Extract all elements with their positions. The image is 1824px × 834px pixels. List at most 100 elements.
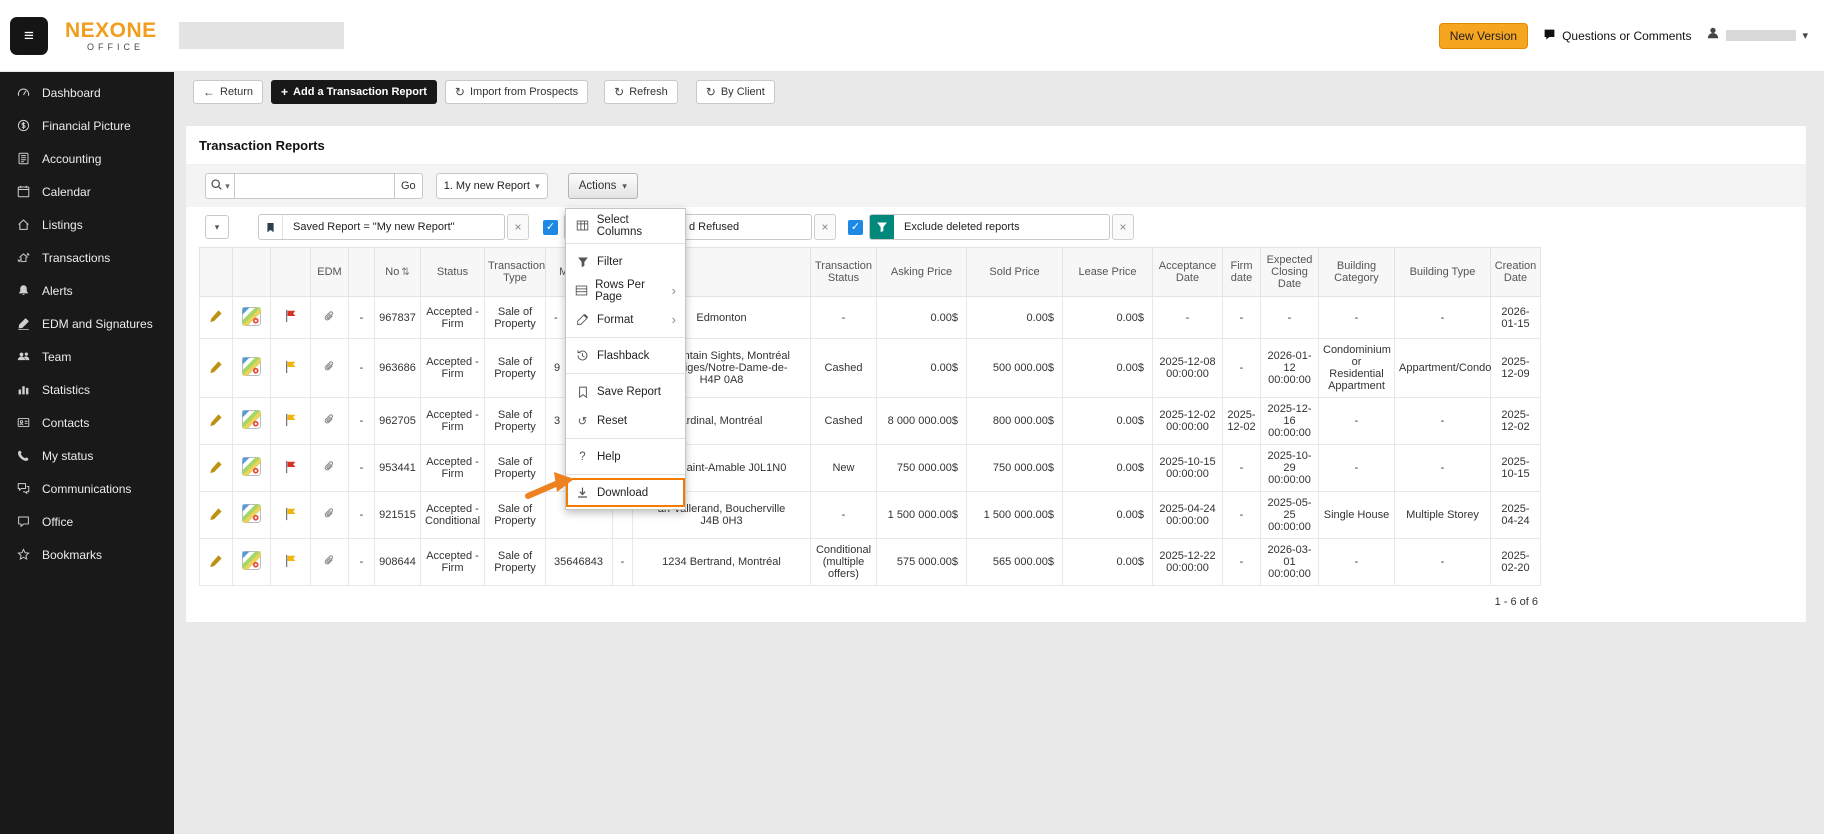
filter-expand-button[interactable]: ▾: [205, 215, 229, 239]
sidebar-item-contacts[interactable]: Contacts: [0, 406, 174, 439]
column-header-edm[interactable]: EDM: [310, 247, 349, 297]
remove-filter-button[interactable]: ×: [814, 214, 836, 240]
calendar-icon: [14, 185, 32, 198]
bell-icon: [14, 284, 32, 297]
menu-separator: [566, 337, 685, 338]
table-row: -953441 Accepted - Firm Sale of Property il…: [199, 444, 1541, 492]
sidebar-item-communications[interactable]: Communications: [0, 472, 174, 505]
menu-item-filter[interactable]: Filter: [566, 247, 685, 276]
flag-icon[interactable]: [284, 413, 298, 427]
menu-item-rows-per-page[interactable]: Rows Per Page ›: [566, 276, 685, 305]
column-header-lease-price[interactable]: Lease Price: [1062, 247, 1153, 297]
sidebar-item-accounting[interactable]: Accounting: [0, 142, 174, 175]
bars-icon: [14, 383, 32, 396]
column-header-acceptance-date[interactable]: Acceptance Date: [1152, 247, 1223, 297]
edit-pencil-icon[interactable]: [209, 360, 223, 374]
menu-item-format[interactable]: Format ›: [566, 305, 685, 334]
menu-item-flashback[interactable]: Flashback: [566, 341, 685, 370]
report-select[interactable]: 1. My new Report ▾: [435, 173, 548, 199]
map-icon[interactable]: [242, 306, 261, 326]
column-header-expected-closing-date[interactable]: Expected Closing Date: [1260, 247, 1319, 297]
menu-item-save-report[interactable]: Save Report: [566, 377, 685, 406]
return-button[interactable]: ← Return: [193, 80, 264, 104]
import-from-prospects-button[interactable]: ↻ Import from Prospects: [444, 80, 589, 104]
search-input[interactable]: [235, 173, 395, 199]
column-header-blank: [348, 247, 375, 297]
filter-checkbox[interactable]: ✓: [848, 219, 863, 235]
sidebar-item-edm-and-signatures[interactable]: EDM and Signatures: [0, 307, 174, 340]
sidebar-item-alerts[interactable]: Alerts: [0, 274, 174, 307]
home-icon: [14, 218, 32, 231]
remove-filter-button[interactable]: ×: [507, 214, 529, 240]
map-icon[interactable]: [242, 410, 261, 429]
table-row: -963686Accepted - FirmSale of Property91…: [199, 338, 1541, 398]
filter-chip-saved-report[interactable]: Saved Report = "My new Report": [258, 214, 505, 240]
remove-filter-button[interactable]: ×: [1112, 214, 1134, 240]
attachment-icon[interactable]: [323, 554, 336, 567]
edit-pencil-icon[interactable]: [209, 460, 223, 474]
sidebar-item-office[interactable]: Office: [0, 505, 174, 538]
column-header-building-category[interactable]: Building Category: [1318, 247, 1395, 297]
redacted-user-name: [1726, 30, 1797, 41]
report-panel: Transaction Reports ▾ Go 1. My new Repor…: [186, 126, 1806, 622]
format-icon: [575, 313, 590, 326]
by-client-button[interactable]: ↻ By Client: [695, 80, 775, 104]
add-transaction-report-button[interactable]: + Add a Transaction Report: [271, 80, 437, 104]
edit-pencil-icon[interactable]: [209, 309, 223, 323]
flag-icon[interactable]: [284, 460, 298, 474]
hamburger-menu-button[interactable]: ≡: [10, 16, 48, 55]
edit-pencil-icon[interactable]: [209, 413, 223, 427]
user-menu[interactable]: ▾: [1706, 26, 1808, 45]
column-header-no[interactable]: No ⇅: [374, 247, 421, 297]
attachment-icon[interactable]: [323, 413, 336, 426]
attachment-icon[interactable]: [323, 310, 336, 323]
sidebar-item-statistics[interactable]: Statistics: [0, 373, 174, 406]
filter-chip-exclude-deleted[interactable]: Exclude deleted reports: [869, 214, 1110, 240]
attachment-icon[interactable]: [323, 360, 336, 373]
attachment-icon[interactable]: [323, 460, 336, 473]
map-icon[interactable]: [242, 357, 261, 376]
refresh-button[interactable]: ↻ Refresh: [604, 80, 678, 104]
sidebar-item-financial-picture[interactable]: Financial Picture: [0, 109, 174, 142]
flag-icon[interactable]: [284, 309, 298, 323]
sidebar-item-bookmarks[interactable]: Bookmarks: [0, 538, 174, 571]
menu-item-select-columns[interactable]: Select Columns: [566, 211, 685, 240]
column-header-sold-price[interactable]: Sold Price: [966, 247, 1063, 297]
sidebar-item-team[interactable]: Team: [0, 340, 174, 373]
sidebar-item-listings[interactable]: Listings: [0, 208, 174, 241]
go-button[interactable]: Go: [395, 173, 423, 199]
column-header-transaction-type[interactable]: Transaction Type: [484, 247, 546, 297]
flag-icon[interactable]: [284, 554, 298, 568]
sidebar-item-my-status[interactable]: My status: [0, 439, 174, 472]
filter-checkbox[interactable]: ✓: [543, 219, 558, 235]
menu-item-help[interactable]: ? Help: [566, 442, 685, 471]
map-icon[interactable]: [242, 551, 261, 570]
flag-icon[interactable]: [284, 507, 298, 521]
search-row: ▾ Go 1. My new Report ▾ Actions ▾: [186, 165, 1806, 207]
flashback-icon: [575, 349, 590, 362]
menu-item-download[interactable]: Download: [566, 478, 685, 507]
sidebar-item-dashboard[interactable]: Dashboard: [0, 76, 174, 109]
column-header-transaction-status[interactable]: Transaction Status: [810, 247, 877, 297]
sidebar-item-calendar[interactable]: Calendar: [0, 175, 174, 208]
menu-item-reset[interactable]: ↺ Reset: [566, 406, 685, 435]
questions-comments-link[interactable]: Questions or Comments: [1543, 28, 1691, 44]
sidebar-item-transactions[interactable]: Transactions: [0, 241, 174, 274]
flag-icon[interactable]: [284, 360, 298, 374]
search-scope-button[interactable]: ▾: [205, 173, 235, 199]
column-header-creation-date[interactable]: Creation Date: [1490, 247, 1541, 297]
column-header-status[interactable]: Status: [420, 247, 485, 297]
map-icon[interactable]: [242, 504, 261, 523]
column-header-asking-price[interactable]: Asking Price: [876, 247, 967, 297]
chevron-down-icon: ▾: [225, 180, 230, 191]
column-header-building-type[interactable]: Building Type: [1394, 247, 1491, 297]
actions-button[interactable]: Actions ▾: [567, 173, 638, 199]
chevron-right-icon: ›: [671, 312, 676, 327]
column-header-firm-date[interactable]: Firm date: [1222, 247, 1261, 297]
rows-icon: [575, 284, 588, 297]
new-version-button[interactable]: New Version: [1438, 22, 1529, 49]
attachment-icon[interactable]: [323, 507, 336, 520]
map-icon[interactable]: [242, 457, 261, 476]
edit-pencil-icon[interactable]: [209, 554, 223, 568]
edit-pencil-icon[interactable]: [209, 507, 223, 521]
